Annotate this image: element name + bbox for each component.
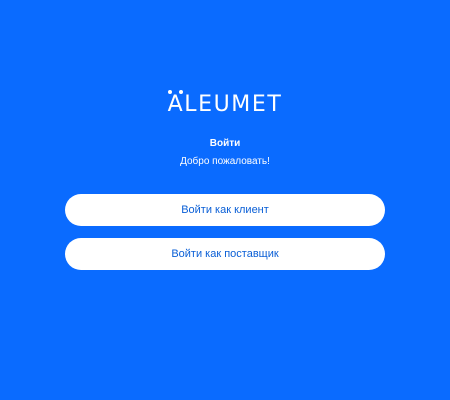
login-screen: A LEUMET Войти Добро пожаловать! Войти к… [0, 0, 450, 400]
logo-dot-icon [178, 90, 183, 94]
login-as-client-button[interactable]: Войти как клиент [65, 194, 385, 226]
logo-letter-a: A [167, 90, 185, 117]
page-title: Войти [209, 138, 241, 149]
aleumet-logo: A LEUMET [0, 90, 450, 117]
logo-dot-icon [167, 90, 172, 94]
logo-wordmark: A LEUMET [167, 90, 283, 117]
login-as-supplier-button[interactable]: Войти как поставщик [65, 238, 385, 270]
logo-first-letter: A [167, 92, 185, 117]
logo-rest-letters: LEUMET [184, 92, 283, 117]
welcome-subtitle: Добро пожаловать! [180, 156, 270, 167]
